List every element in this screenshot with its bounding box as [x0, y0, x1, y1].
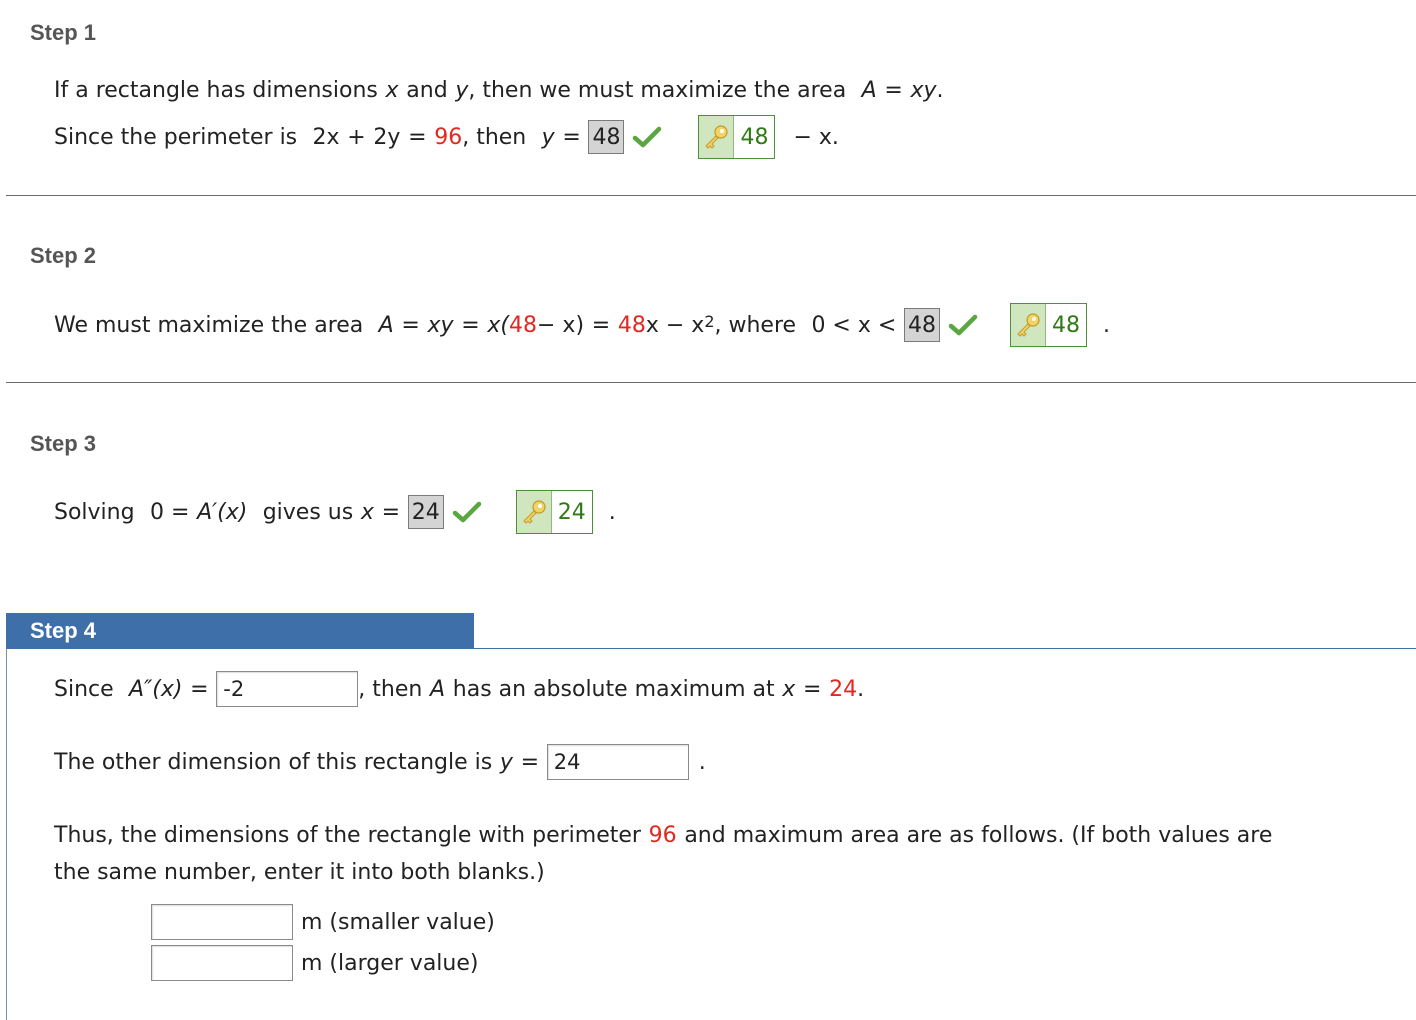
step1-line1: If a rectangle has dimensions x and y , … [54, 77, 944, 103]
step4-title: Step 4 [30, 618, 97, 643]
larger-value-input[interactable] [151, 945, 293, 981]
smaller-value-input[interactable] [151, 904, 293, 940]
check-icon [452, 501, 481, 523]
answer-key-box: 48 [1010, 303, 1087, 347]
key-icon [516, 491, 552, 533]
other-dimension-input[interactable]: 24 [546, 744, 689, 780]
divider [6, 195, 1416, 196]
check-icon [633, 126, 662, 148]
step2-line: We must maximize the area A = xy = x( 48… [54, 303, 1110, 347]
check-icon [948, 314, 978, 336]
key-icon [699, 116, 735, 158]
smaller-value-row: m (smaller value) [151, 902, 495, 942]
step2-given-answer: 48 [904, 308, 940, 342]
step1-given-answer: 48 [588, 120, 625, 154]
step3-title: Step 3 [30, 431, 97, 456]
step3-line: Solving 0 = A′(x) gives us x = 24 24 . [54, 490, 616, 534]
divider [6, 382, 1416, 383]
step1-line2: Since the perimeter is 2x + 2y = 96 , th… [54, 115, 839, 159]
step2-title: Step 2 [30, 243, 97, 268]
second-derivative-input[interactable]: -2 [216, 671, 359, 707]
answer-key-box: 24 [515, 490, 593, 534]
larger-value-row: m (larger value) [151, 943, 478, 983]
step4-thus-line1: Thus, the dimensions of the rectangle wi… [54, 822, 1273, 848]
answer-key-box: 48 [698, 115, 776, 159]
step4-line2: The other dimension of this rectangle is… [54, 742, 706, 782]
key-icon [1011, 304, 1046, 346]
step4-line1: Since A″(x) = -2 , then A has an absolut… [54, 669, 864, 709]
step1-title: Step 1 [30, 20, 97, 45]
step4-thus-line2: the same number, enter it into both blan… [54, 859, 545, 885]
step3-given-answer: 24 [407, 495, 444, 529]
